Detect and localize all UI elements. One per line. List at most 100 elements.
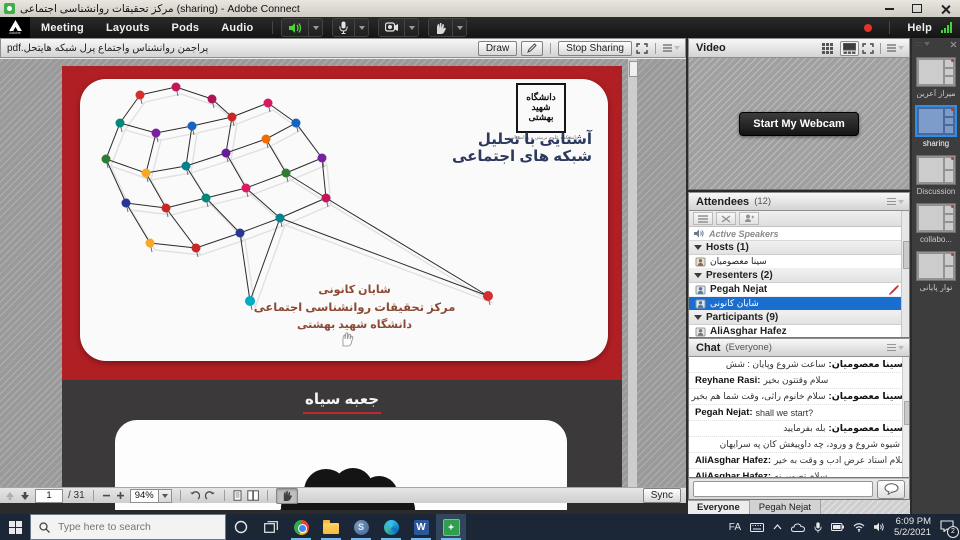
taskbar-chrome[interactable] [286,514,316,540]
start-webcam-button[interactable]: Start My Webcam [739,112,859,136]
taskbar-clock[interactable]: 6:09 PM 5/2/2021 [894,516,931,538]
start-button[interactable] [0,514,30,540]
layouts-close-icon[interactable] [950,41,957,48]
grid-view-button[interactable] [818,41,837,56]
attendee-list-view-button[interactable] [693,212,713,225]
battery-icon[interactable] [831,523,844,531]
menu-layouts[interactable]: Layouts [106,22,150,34]
layout-item-discussion[interactable]: Discussion [912,155,960,196]
breakout-view-button[interactable] [716,212,736,225]
attendee-row[interactable]: AliAsghar Hafez [689,325,909,338]
attendee-row[interactable]: سینا معصومیان [689,255,909,269]
action-center-button[interactable]: 2 [940,520,954,535]
zoom-dropdown-arrow[interactable] [158,490,171,502]
menu-help[interactable]: Help [907,22,932,34]
attendees-group-presenters[interactable]: Presenters (2) [689,269,909,283]
attendees-pod-menu[interactable] [887,198,909,206]
speaker-button[interactable] [281,18,323,37]
onedrive-icon[interactable] [791,523,805,532]
keyboard-icon[interactable] [750,523,764,532]
layout-item-sharing[interactable]: sharing [912,105,960,148]
page-number-input[interactable] [35,489,63,503]
volume-icon[interactable] [874,522,885,532]
attendees-toolbar [689,211,909,227]
attendee-status-view-button[interactable] [739,212,759,225]
maximize-button[interactable] [904,1,930,16]
page-down-button[interactable] [20,491,30,501]
attendees-scrollbar[interactable] [901,211,909,338]
chat-scrollbar-thumb[interactable] [904,401,911,425]
hidden-icons-chevron[interactable] [773,524,782,530]
speaker-dropdown[interactable] [308,19,322,36]
chat-send-button[interactable] [877,480,905,499]
attendee-row-pegah[interactable]: Pegah Nejat [689,283,909,297]
group-label: Hosts (1) [706,242,749,253]
minimize-button[interactable] [876,1,902,16]
chat-pod-menu[interactable] [887,344,909,352]
pointer-tool-button[interactable] [521,41,543,56]
webcam-dropdown[interactable] [404,19,418,36]
menu-audio[interactable]: Audio [221,22,253,34]
filmstrip-view-button[interactable] [840,41,859,56]
wifi-icon[interactable] [853,523,865,532]
sync-button[interactable]: Sync [643,488,681,503]
layout-item[interactable]: میراز آعرین [912,57,960,98]
speaker-icon [288,22,302,34]
close-button[interactable] [932,1,958,16]
taskbar-skype[interactable]: S [346,514,376,540]
layout-item[interactable]: نوار پایانی [912,251,960,292]
attendees-group-hosts[interactable]: Hosts (1) [689,241,909,255]
cortana-button[interactable] [226,514,256,540]
draw-button[interactable]: Draw [478,41,517,56]
taskbar-search[interactable] [30,514,226,540]
taskbar-word[interactable]: W [406,514,436,540]
collapse-triangle-icon [694,273,702,278]
chat-tab-private[interactable]: Pegah Nejat [750,500,821,514]
slide-2: جعبه سیاه [62,380,622,488]
zoom-in-button[interactable] [116,491,125,500]
clock-date: 5/2/2021 [894,527,931,538]
taskbar-edge[interactable] [376,514,406,540]
chat-tab-everyone[interactable]: Everyone [688,500,750,514]
video-fullscreen-button[interactable] [862,43,874,54]
stop-sharing-button[interactable]: Stop Sharing [558,41,632,56]
page-total: / 31 [68,490,85,501]
zoom-level-select[interactable]: 94% [130,489,172,503]
language-indicator[interactable]: FA [729,522,741,533]
pan-tool-button[interactable] [276,488,298,504]
layouts-menu[interactable] [915,42,930,47]
taskbar-file-explorer[interactable] [316,514,346,540]
attendees-group-participants[interactable]: Participants (9) [689,311,909,325]
redo-button[interactable] [205,491,216,501]
microphone-button[interactable] [332,18,369,37]
share-pod-menu[interactable] [663,44,680,52]
attendee-row-selected[interactable]: شایان کانونی [689,297,909,311]
chat-scrollbar[interactable] [902,357,909,478]
undo-button[interactable] [189,491,200,501]
attendees-scrollbar-thumb[interactable] [903,241,911,269]
raise-hand-dropdown[interactable] [452,19,466,36]
tray-microphone-icon[interactable] [814,522,822,533]
layout-item-collaboration[interactable]: collabo... [912,203,960,244]
adobe-connect-app-icon [4,3,15,14]
document-scrollbar-thumb[interactable] [629,61,638,77]
document-scrollbar[interactable] [627,59,637,488]
slide-author-block: شایان کانونی مرکز تحقیقات روانشناسی اجتم… [254,282,456,334]
fullscreen-button[interactable] [636,43,648,54]
single-page-view-button[interactable] [233,490,242,501]
page-up-button[interactable] [5,491,15,501]
task-view-button[interactable] [256,514,286,540]
microphone-dropdown[interactable] [354,19,368,36]
taskbar-adobe-connect[interactable] [436,514,466,540]
menu-meeting[interactable]: Meeting [41,22,84,34]
raise-hand-button[interactable] [428,18,467,37]
two-page-view-button[interactable] [247,490,259,501]
search-input[interactable] [56,520,210,534]
webcam-button[interactable] [378,18,419,37]
menu-pods[interactable]: Pods [172,22,200,34]
video-pod-menu[interactable] [887,44,904,52]
group-label: Participants (9) [706,312,778,323]
zoom-out-button[interactable] [102,491,111,500]
chat-message-input[interactable] [693,481,873,497]
layout-label: میراز آعرین [916,89,955,98]
